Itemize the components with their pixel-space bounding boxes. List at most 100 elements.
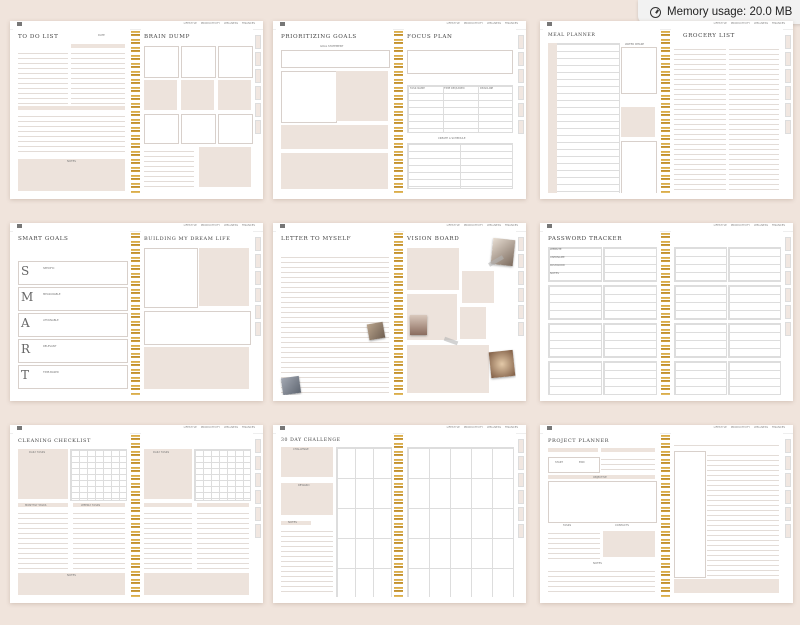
grocery-lines[interactable]	[674, 45, 726, 193]
password-card[interactable]	[674, 323, 727, 358]
todo-lines[interactable]	[18, 112, 125, 154]
home-icon[interactable]	[280, 426, 285, 430]
notes-lines[interactable]	[548, 567, 655, 595]
objective-box[interactable]	[548, 481, 657, 523]
tab[interactable]: WELLNESS	[487, 224, 501, 227]
vision-tile[interactable]	[462, 271, 494, 303]
password-card[interactable]	[728, 285, 781, 320]
daily-box[interactable]	[18, 449, 68, 499]
tab[interactable]: FINANCES	[505, 224, 518, 227]
tab[interactable]: PRODUCTIVITY	[464, 22, 483, 25]
thumbnail-meal-grocery[interactable]: LIFESTYLE PRODUCTIVITY WELLNESS FINANCES ME…	[540, 21, 793, 199]
tab[interactable]: FINANCES	[505, 22, 518, 25]
password-card[interactable]	[548, 361, 602, 395]
password-card[interactable]	[674, 247, 727, 282]
password-card[interactable]	[603, 247, 657, 282]
tab[interactable]: PRODUCTIVITY	[464, 426, 483, 429]
task-lines[interactable]	[197, 509, 249, 571]
password-card[interactable]	[728, 361, 781, 395]
tab[interactable]: LIFESTYLE	[184, 22, 197, 25]
tab[interactable]: LIFESTYLE	[447, 426, 460, 429]
thumbnail-30-day-challenge[interactable]: LIFESTYLE PRODUCTIVITY WELLNESS FINANCES 30…	[273, 425, 526, 603]
password-card[interactable]	[548, 285, 602, 320]
home-icon[interactable]	[547, 22, 552, 26]
task-table[interactable]	[407, 85, 513, 133]
notes-lines[interactable]	[281, 527, 333, 595]
tab[interactable]: WELLNESS	[224, 22, 238, 25]
home-icon[interactable]	[280, 224, 285, 228]
tab[interactable]: WELLNESS	[754, 426, 768, 429]
dream-box[interactable]	[199, 248, 249, 306]
daily-box[interactable]	[144, 449, 192, 499]
tab[interactable]: LIFESTYLE	[714, 426, 727, 429]
tab[interactable]: WELLNESS	[754, 22, 768, 25]
tab[interactable]: WELLNESS	[487, 426, 501, 429]
thumbnail-cleaning-checklist[interactable]: LIFESTYLE PRODUCTIVITY WELLNESS FINANCES CL…	[10, 425, 263, 603]
password-card[interactable]	[674, 285, 727, 320]
snack-box[interactable]	[621, 141, 657, 193]
dump-box[interactable]	[144, 80, 177, 110]
vision-tile[interactable]	[407, 345, 489, 393]
password-card[interactable]	[728, 323, 781, 358]
challenge-box[interactable]	[281, 447, 333, 477]
dump-box[interactable]	[144, 114, 179, 144]
tab[interactable]: PRODUCTIVITY	[201, 426, 220, 429]
thumbnail-goals-focus[interactable]: LIFESTYLE PRODUCTIVITY WELLNESS FINANCES PR…	[273, 21, 526, 199]
tab[interactable]: FINANCES	[242, 426, 255, 429]
tab[interactable]: PRODUCTIVITY	[731, 224, 750, 227]
tab[interactable]: PRODUCTIVITY	[201, 224, 220, 227]
thumbnail-project-planner[interactable]: LIFESTYLE PRODUCTIVITY WELLNESS FINANCES PR…	[540, 425, 793, 603]
project-lines[interactable]	[601, 455, 655, 473]
tab[interactable]: FINANCES	[505, 426, 518, 429]
tab[interactable]: LIFESTYLE	[714, 22, 727, 25]
notes-box[interactable]	[18, 159, 125, 191]
tab[interactable]: LIFESTYLE	[714, 224, 727, 227]
grocery-lines[interactable]	[729, 45, 779, 193]
tab[interactable]: LIFESTYLE	[447, 224, 460, 227]
day-grid[interactable]	[407, 447, 514, 597]
goal-box[interactable]	[281, 125, 388, 149]
home-icon[interactable]	[17, 426, 22, 430]
notes-box[interactable]	[144, 573, 249, 595]
goal-box[interactable]	[281, 71, 337, 123]
tab[interactable]: LIFESTYLE	[184, 426, 197, 429]
thumbnail-letter-vision[interactable]: LIFESTYLE PRODUCTIVITY WELLNESS FINANCES LE…	[273, 223, 526, 401]
smart-row[interactable]	[18, 365, 128, 389]
dump-box[interactable]	[181, 46, 216, 78]
tab[interactable]: PRODUCTIVITY	[201, 22, 220, 25]
task-lines[interactable]	[73, 509, 125, 571]
tab[interactable]: FINANCES	[772, 22, 785, 25]
goal-box[interactable]	[281, 50, 390, 68]
goal-box[interactable]	[281, 153, 388, 189]
smart-row[interactable]	[18, 339, 128, 363]
password-card[interactable]	[603, 323, 657, 358]
tab[interactable]: FINANCES	[242, 22, 255, 25]
dump-box[interactable]	[181, 80, 214, 110]
tab[interactable]: PRODUCTIVITY	[731, 426, 750, 429]
smart-row[interactable]	[18, 261, 128, 285]
dump-box[interactable]	[218, 46, 253, 78]
smart-row[interactable]	[18, 313, 128, 337]
dump-lines[interactable]	[144, 147, 194, 187]
task-lines[interactable]	[548, 529, 600, 559]
todo-lines[interactable]	[71, 49, 125, 104]
home-icon[interactable]	[547, 426, 552, 430]
smart-row[interactable]	[18, 287, 128, 311]
date-box[interactable]	[548, 457, 600, 473]
tab[interactable]: WELLNESS	[224, 224, 238, 227]
tab[interactable]: FINANCES	[242, 224, 255, 227]
tab[interactable]: WELLNESS	[487, 22, 501, 25]
thumbnail-todo-braindump[interactable]: LIFESTYLE PRODUCTIVITY WELLNESS FINANCES TO…	[10, 21, 263, 199]
thumbnail-password-tracker[interactable]: LIFESTYLE PRODUCTIVITY WELLNESS FINANCES PA…	[540, 223, 793, 401]
dump-box[interactable]	[199, 147, 251, 187]
dump-box[interactable]	[181, 114, 216, 144]
tab[interactable]: FINANCES	[772, 224, 785, 227]
tab[interactable]: WELLNESS	[224, 426, 238, 429]
tab[interactable]: WELLNESS	[754, 224, 768, 227]
contacts-box[interactable]	[603, 531, 655, 557]
home-icon[interactable]	[17, 22, 22, 26]
goal-box[interactable]	[336, 71, 388, 121]
dream-box[interactable]	[144, 248, 198, 308]
tab[interactable]: FINANCES	[772, 426, 785, 429]
home-icon[interactable]	[17, 224, 22, 228]
